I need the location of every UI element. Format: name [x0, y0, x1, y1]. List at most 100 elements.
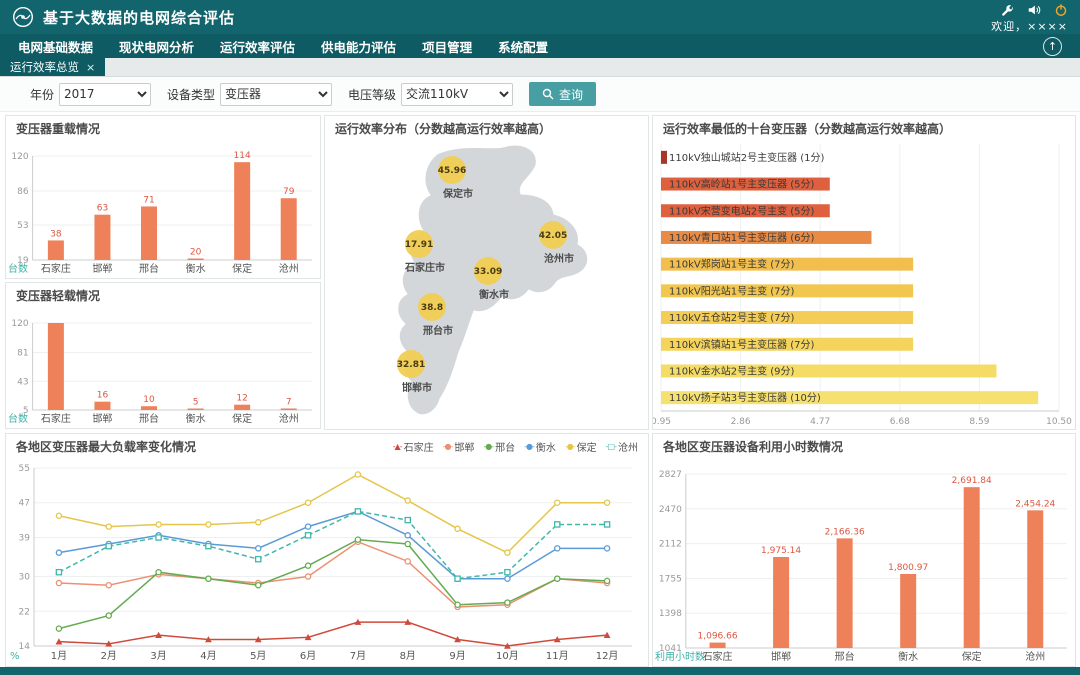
legend-label: 石家庄 [404, 439, 434, 454]
svg-text:%: % [10, 651, 20, 662]
svg-text:1398: 1398 [659, 609, 682, 619]
nav-item-supply-capacity[interactable]: 供电能力评估 [321, 37, 396, 56]
svg-text:2112: 2112 [659, 540, 682, 550]
nav-item-grid-basic-data[interactable]: 电网基础数据 [18, 37, 93, 56]
speaker-icon[interactable] [1027, 3, 1041, 17]
device-type-label: 设备类型 [167, 86, 215, 103]
svg-text:110kV滨镇站1号主变压器 (7分): 110kV滨镇站1号主变压器 (7分) [669, 338, 815, 351]
svg-text:石家庄: 石家庄 [41, 412, 71, 425]
svg-text:81: 81 [17, 349, 28, 359]
legend-item-沧州[interactable]: -□-沧州 [606, 439, 638, 454]
filter-bar: 年份 2017 设备类型 变压器 电压等级 交流110kV 查询 [0, 77, 1080, 112]
search-button-label: 查询 [559, 86, 583, 103]
svg-text:邯郸: 邯郸 [92, 412, 112, 425]
tab-close-icon[interactable]: × [86, 61, 95, 74]
svg-text:120: 120 [11, 152, 28, 162]
legend-label: 邢台 [495, 439, 515, 454]
svg-text:沧州: 沧州 [279, 412, 299, 425]
wrench-icon[interactable] [1000, 3, 1014, 17]
back-to-top-button[interactable]: ↑ [1043, 37, 1062, 56]
svg-text:1755: 1755 [659, 574, 682, 584]
legend-item-石家庄[interactable]: -▲-石家庄 [393, 439, 434, 454]
svg-text:33.09: 33.09 [474, 267, 502, 277]
svg-text:1,800.97: 1,800.97 [888, 563, 928, 573]
svg-text:7: 7 [286, 397, 292, 407]
panel-lowest-efficiency-transformers: 运行效率最低的十台变压器（分数越高运行效率越高） 0.952.864.776.6… [652, 115, 1076, 430]
panel-transformer-overload: 变压器重载情况 19538612038石家庄63邯郸71邢台20衡水114保定7… [5, 115, 321, 279]
svg-text:32.81: 32.81 [397, 360, 425, 370]
panel-utilization-hours: 各地区变压器设备利用小时数情况 104113981755211224702827… [652, 433, 1076, 667]
svg-text:沧州: 沧州 [279, 262, 299, 275]
nav-item-system-config[interactable]: 系统配置 [498, 37, 548, 56]
year-select[interactable]: 2017 [59, 83, 151, 106]
device-type-select[interactable]: 变压器 [220, 83, 332, 106]
legend-label: 衡水 [536, 439, 556, 454]
svg-text:2,691.84: 2,691.84 [952, 476, 992, 486]
svg-text:16: 16 [97, 391, 109, 401]
panel-title-loadrate: 各地区变压器最大负载率变化情况 [16, 438, 196, 455]
svg-text:110kV青口站1号主变压器 (6分): 110kV青口站1号主变压器 (6分) [669, 231, 815, 244]
panel-title-overload: 变压器重载情况 [16, 120, 100, 137]
svg-text:2月: 2月 [101, 650, 117, 662]
svg-text:11月: 11月 [546, 650, 569, 662]
app-header: 基于大数据的电网综合评估 欢迎，×××× [0, 0, 1080, 34]
svg-text:利用小时数: 利用小时数 [655, 650, 705, 663]
svg-text:10月: 10月 [496, 650, 519, 662]
panel-efficiency-map: 运行效率分布（分数越高运行效率越高） 45.96保定市42.05沧州市17.91… [324, 115, 649, 430]
nav-item-project-management[interactable]: 项目管理 [422, 37, 472, 56]
svg-text:110kV高岭站1号主变压器 (5分): 110kV高岭站1号主变压器 (5分) [669, 178, 815, 191]
svg-text:110kV金水站2号主变 (9分): 110kV金水站2号主变 (9分) [669, 364, 795, 377]
panel-title-map: 运行效率分布（分数越高运行效率越高） [335, 120, 551, 137]
app-window: 基于大数据的电网综合评估 欢迎，×××× 电网基础数据 现状电网分析 运行效率评… [0, 0, 1080, 675]
svg-text:39: 39 [19, 533, 31, 543]
circle-legend-marker-icon: -●- [483, 442, 493, 451]
svg-text:4月: 4月 [200, 650, 216, 662]
overload-bar-chart: 19538612038石家庄63邯郸71邢台20衡水114保定79沧州台数 [6, 140, 320, 278]
svg-text:石家庄: 石家庄 [41, 262, 71, 275]
efficiency-distribution-map: 45.96保定市42.05沧州市17.91石家庄市33.09衡水市38.8邢台市… [325, 140, 648, 429]
legend-item-邢台[interactable]: -●-邢台 [483, 439, 515, 454]
tab-operation-efficiency-overview[interactable]: 运行效率总览 × [0, 58, 105, 76]
header-right: 欢迎，×××× [991, 1, 1068, 34]
svg-text:79: 79 [283, 187, 295, 197]
tab-bar: 运行效率总览 × [0, 58, 1080, 77]
svg-text:6月: 6月 [300, 650, 316, 662]
svg-text:30: 30 [19, 573, 31, 583]
svg-text:2,166.36: 2,166.36 [825, 527, 865, 537]
nav-item-current-grid-analysis[interactable]: 现状电网分析 [119, 37, 194, 56]
app-logo-icon [12, 6, 34, 28]
square-legend-marker-icon: -□- [606, 442, 616, 451]
svg-text:石家庄: 石家庄 [703, 650, 733, 663]
footer-bar [0, 667, 1080, 675]
svg-text:沧州: 沧州 [1025, 650, 1045, 663]
svg-text:110kV郑岗站1号主变 (7分): 110kV郑岗站1号主变 (7分) [669, 258, 795, 271]
legend-item-保定[interactable]: -●-保定 [565, 439, 597, 454]
svg-text:台数: 台数 [8, 262, 28, 275]
svg-text:53: 53 [17, 221, 28, 231]
voltage-level-select[interactable]: 交流110kV [401, 83, 513, 106]
svg-text:110kV五仓站2号主变 (7分): 110kV五仓站2号主变 (7分) [669, 311, 795, 324]
svg-text:4.77: 4.77 [810, 417, 830, 427]
circle-legend-marker-icon: -●- [443, 442, 453, 451]
svg-text:衡水: 衡水 [186, 413, 206, 425]
legend-label: 保定 [577, 439, 597, 454]
year-label: 年份 [30, 86, 54, 103]
search-button[interactable]: 查询 [529, 82, 596, 106]
svg-text:12月: 12月 [596, 650, 619, 662]
panel-transformer-lightload: 变压器轻载情况 54381120石家庄16邯郸10邢台5衡水12保定7沧州台数 [5, 282, 321, 429]
svg-text:110kV宋营变电站2号主变 (5分): 110kV宋营变电站2号主变 (5分) [669, 204, 815, 217]
svg-text:沧州市: 沧州市 [544, 252, 574, 265]
svg-text:7月: 7月 [350, 650, 366, 662]
svg-text:38.8: 38.8 [421, 303, 443, 313]
svg-text:邢台: 邢台 [835, 650, 855, 663]
svg-text:1月: 1月 [51, 650, 67, 662]
svg-text:衡水: 衡水 [898, 651, 918, 663]
nav-item-operation-efficiency[interactable]: 运行效率评估 [220, 37, 295, 56]
legend-item-邯郸[interactable]: -●-邯郸 [443, 439, 475, 454]
legend-item-衡水[interactable]: -●-衡水 [524, 439, 556, 454]
power-icon[interactable] [1054, 3, 1068, 17]
svg-text:110kV阳光站1号主变 (7分): 110kV阳光站1号主变 (7分) [669, 284, 795, 297]
svg-text:86: 86 [17, 187, 29, 197]
legend-label: 邯郸 [454, 439, 474, 454]
svg-text:邯郸市: 邯郸市 [402, 381, 432, 394]
